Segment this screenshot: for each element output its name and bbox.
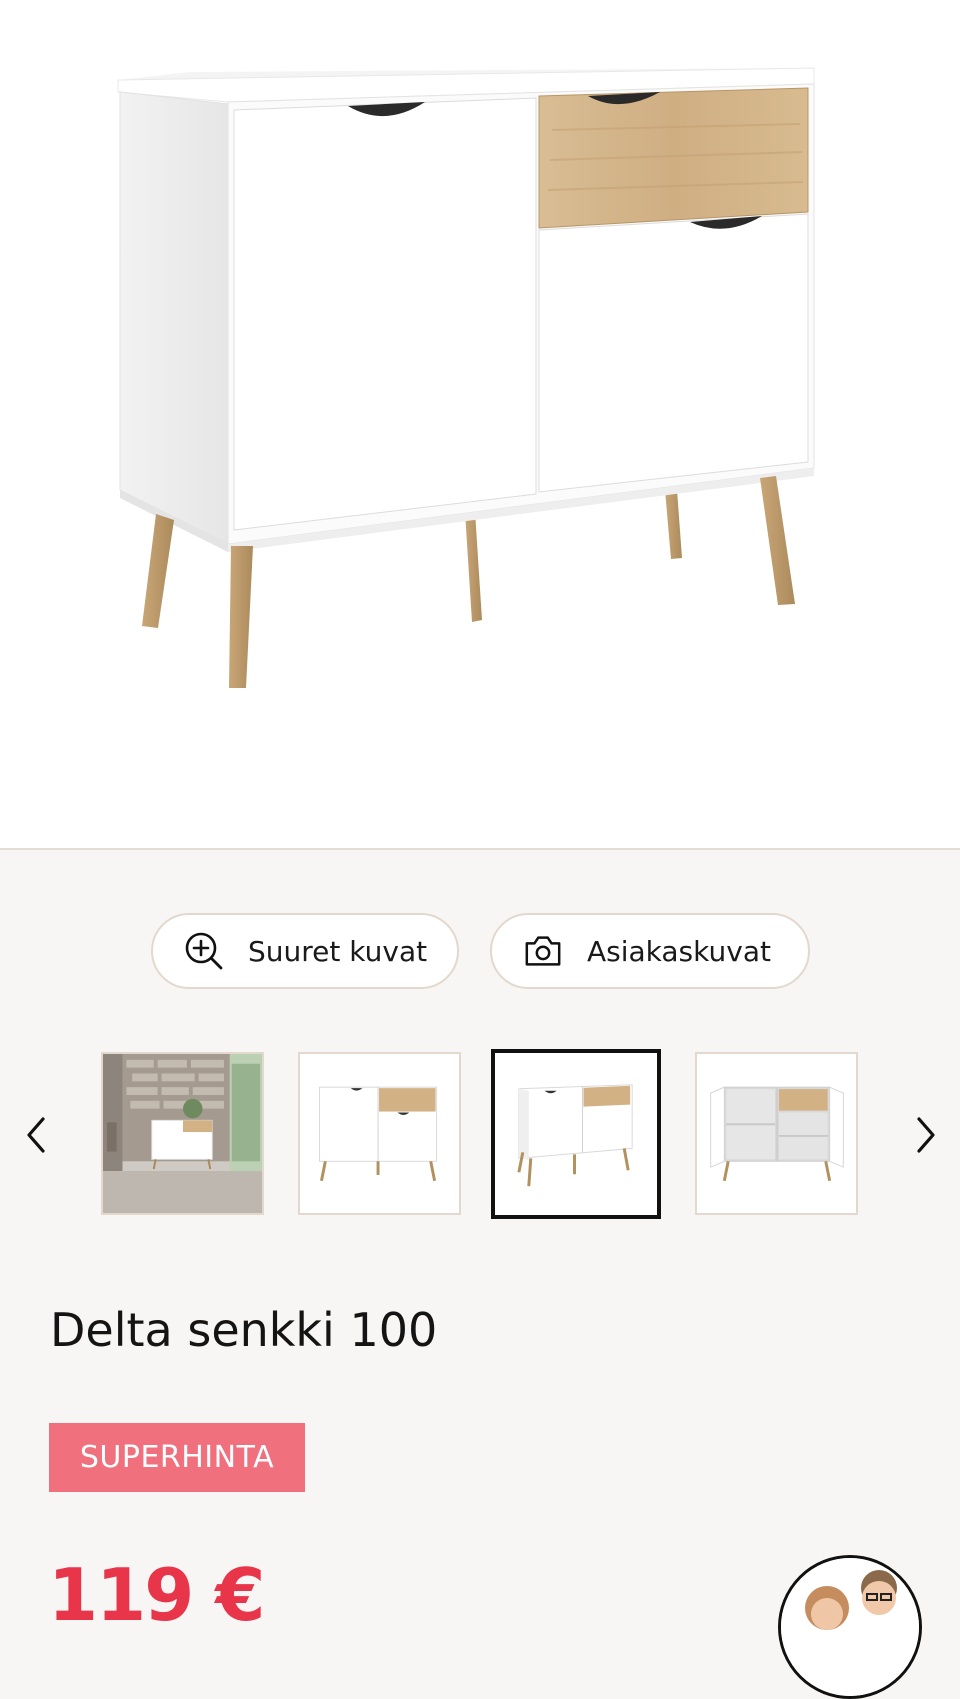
thumbnail-room-view[interactable]: [101, 1052, 264, 1215]
thumbnail-angled-view[interactable]: [491, 1049, 661, 1219]
avatar-image: [781, 1558, 919, 1696]
large-images-button[interactable]: Suuret kuvat: [151, 913, 459, 989]
product-title: Delta senkki 100: [50, 1303, 438, 1357]
sideboard-illustration: [117, 67, 815, 688]
large-images-label: Suuret kuvat: [248, 934, 428, 968]
thumbnail-open-view[interactable]: [695, 1052, 858, 1215]
chevron-left-icon: [27, 1117, 45, 1153]
next-image-button[interactable]: [904, 1110, 948, 1160]
zoom-in-icon: [184, 931, 224, 971]
previous-image-button[interactable]: [14, 1110, 58, 1160]
chevron-right-icon: [917, 1117, 935, 1153]
angled-view-image: [495, 1053, 657, 1215]
superhinta-badge: SUPERHINTA: [49, 1423, 305, 1492]
customer-images-button[interactable]: Asiakaskuvat: [490, 913, 810, 989]
front-view-image: [300, 1054, 459, 1213]
product-price: 119 €: [48, 1553, 265, 1637]
customer-service-avatar[interactable]: [778, 1555, 922, 1699]
customer-images-label: Asiakaskuvat: [587, 934, 771, 968]
camera-icon: [523, 931, 563, 971]
open-view-image: [697, 1054, 856, 1213]
main-product-image[interactable]: [0, 0, 960, 850]
thumbnail-front-view[interactable]: [298, 1052, 461, 1215]
room-scene-image: [103, 1054, 262, 1213]
